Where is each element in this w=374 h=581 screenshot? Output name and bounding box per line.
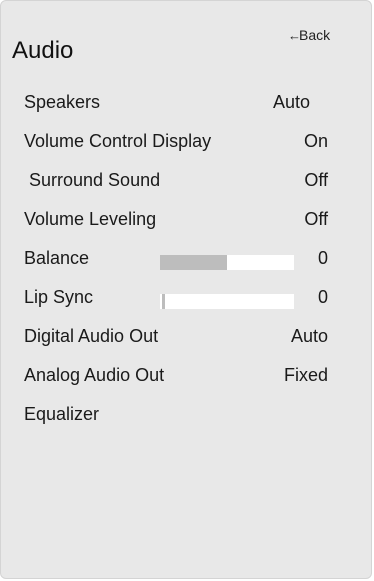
balance-value: 0 (317, 248, 328, 268)
balance-slider-fill (160, 255, 227, 270)
lip-sync-label: Lip Sync (24, 287, 94, 307)
back-label: Back (299, 27, 331, 43)
speakers-value: Auto (272, 92, 310, 112)
audio-menu-panel: ← Back Audio Speakers Auto Volume Contro… (0, 0, 372, 579)
surround-sound-value: Off (304, 170, 328, 190)
volume-control-display-label: Volume Control Display (24, 131, 212, 151)
menu-item-volume-leveling[interactable]: Volume Leveling Off (1, 200, 373, 239)
equalizer-label: Equalizer (24, 404, 100, 424)
menu-item-analog-audio-out[interactable]: Analog Audio Out Fixed (1, 356, 373, 395)
volume-leveling-label: Volume Leveling (24, 209, 157, 229)
menu-item-equalizer[interactable]: Equalizer (1, 395, 373, 434)
menu-item-speakers[interactable]: Speakers Auto (1, 83, 373, 122)
analog-audio-out-value: Fixed (283, 365, 328, 385)
menu-item-surround-sound[interactable]: Surround Sound Off (1, 161, 373, 200)
left-arrow-icon: ← (288, 27, 301, 43)
page-title: Audio (12, 37, 74, 64)
menu-item-digital-audio-out[interactable]: Digital Audio Out Auto (1, 317, 373, 356)
volume-control-display-value: On (303, 131, 328, 151)
lip-sync-slider[interactable] (160, 294, 294, 309)
balance-slider[interactable] (160, 255, 294, 270)
back-button[interactable]: ← Back (288, 27, 330, 43)
digital-audio-out-label: Digital Audio Out (24, 326, 159, 346)
speakers-label: Speakers (24, 92, 101, 112)
surround-sound-label: Surround Sound (24, 170, 161, 190)
menu-item-volume-control-display[interactable]: Volume Control Display On (1, 122, 373, 161)
lip-sync-slider-knob (162, 294, 165, 309)
analog-audio-out-label: Analog Audio Out (24, 365, 165, 385)
balance-label: Balance (24, 248, 90, 268)
volume-leveling-value: Off (304, 209, 328, 229)
digital-audio-out-value: Auto (290, 326, 328, 346)
lip-sync-value: 0 (317, 287, 328, 307)
audio-settings-list: Speakers Auto Volume Control Display On … (1, 83, 373, 434)
